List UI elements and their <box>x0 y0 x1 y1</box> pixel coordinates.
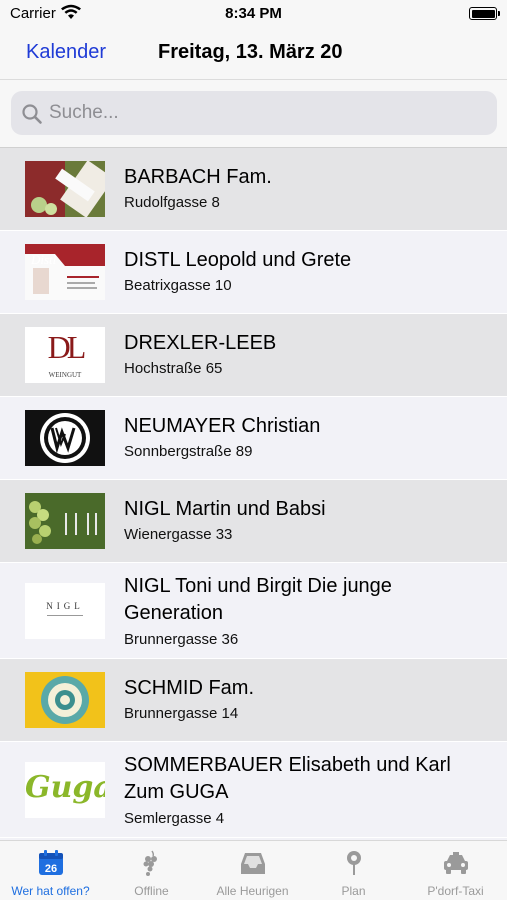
calendar-icon: 26 <box>38 850 63 875</box>
list-item[interactable]: Guga SOMMERBAUER Elisabeth und Karl Zum … <box>0 742 507 838</box>
tab-plan[interactable]: Plan <box>303 841 404 900</box>
tab-label: Offline <box>134 884 169 898</box>
list-item-name: SCHMID Fam. <box>124 677 254 699</box>
taxi-icon <box>443 852 468 874</box>
drexler-leeb-logo: DL WEINGUT <box>25 327 105 383</box>
tab-label: Plan <box>341 884 366 898</box>
page-title: Freitag, 13. März 20 <box>158 41 343 63</box>
grapes-icon <box>143 850 157 876</box>
list-item[interactable]: NEUMAYER Christian Sonnbergstraße 89 <box>0 397 507 480</box>
svg-text:Distl: Distl <box>30 252 57 267</box>
neumayer-logo <box>25 410 105 466</box>
nigl-martin-logo <box>25 493 105 549</box>
svg-text:26: 26 <box>44 863 56 875</box>
list-item-name: DISTL Leopold und Grete <box>124 249 352 271</box>
list-item[interactable]: DL WEINGUT DREXLER-LEEB Hochstraße 65 <box>0 314 507 397</box>
search-bar <box>0 80 507 148</box>
list-item-address: Hochstraße 65 <box>124 360 223 377</box>
list-item-address: Sonnbergstraße 89 <box>124 443 253 460</box>
tab-bar: 26 Wer hat offen? Offline Alle Heurigen … <box>0 840 507 900</box>
nigl-toni-logo: NIGL <box>25 583 105 639</box>
tab-label: Wer hat offen? <box>11 884 90 898</box>
list-item[interactable]: NIGL Martin und Babsi Wienergasse 33 <box>0 480 507 563</box>
map-pin-icon <box>346 851 361 875</box>
list-item-address: Semlergasse 4 <box>124 810 225 827</box>
tab-offline[interactable]: Offline <box>101 841 202 900</box>
clock: 8:34 PM <box>225 5 282 22</box>
list-item-address: Brunnergasse 14 <box>124 705 239 722</box>
inbox-icon <box>240 853 265 874</box>
list-item-address: Rudolfgasse 8 <box>124 194 220 211</box>
schmid-logo <box>25 672 105 728</box>
tab-label: Alle Heurigen <box>216 884 289 898</box>
heurigen-list: BARBACH Fam. Rudolfgasse 8 Distl DISTL L… <box>0 148 507 838</box>
search-field[interactable] <box>11 91 497 135</box>
list-item-address: Wienergasse 33 <box>124 526 233 543</box>
battery-icon <box>469 7 500 20</box>
list-item-name: NIGL Toni und Birgit Die junge Generatio… <box>124 575 392 624</box>
search-icon <box>22 104 42 124</box>
back-button[interactable]: Kalender <box>26 41 106 64</box>
list-item-name: NEUMAYER Christian <box>124 415 321 437</box>
distl-logo: Distl <box>25 244 105 300</box>
list-item-name: BARBACH Fam. <box>124 166 272 188</box>
list-item-name: NIGL Martin und Babsi <box>124 498 326 520</box>
tab-alle-heurigen[interactable]: Alle Heurigen <box>202 841 303 900</box>
status-bar: Carrier 8:34 PM <box>0 0 507 28</box>
navigation-bar: Kalender Freitag, 13. März 20 <box>0 28 507 80</box>
list-item-name: DREXLER-LEEB <box>124 332 277 354</box>
tab-label: P'dorf-Taxi <box>427 884 484 898</box>
list-item-address: Beatrixgasse 10 <box>124 277 232 294</box>
tab-pdorf-taxi[interactable]: P'dorf-Taxi <box>404 841 507 900</box>
tab-wer-hat-offen[interactable]: 26 Wer hat offen? <box>0 841 101 900</box>
barbach-logo <box>25 161 105 217</box>
list-item[interactable]: NIGL NIGL Toni und Birgit Die junge Gene… <box>0 563 507 659</box>
list-item-address: Brunnergasse 36 <box>124 631 239 648</box>
guga-logo: Guga <box>25 762 105 818</box>
list-item[interactable]: Distl DISTL Leopold und Grete Beatrixgas… <box>0 231 507 314</box>
list-item-name: SOMMERBAUER Elisabeth und Karl Zum GUGA <box>124 754 451 803</box>
search-input[interactable] <box>49 91 479 135</box>
list-item[interactable]: SCHMID Fam. Brunnergasse 14 <box>0 659 507 742</box>
list-item[interactable]: BARBACH Fam. Rudolfgasse 8 <box>0 148 507 231</box>
